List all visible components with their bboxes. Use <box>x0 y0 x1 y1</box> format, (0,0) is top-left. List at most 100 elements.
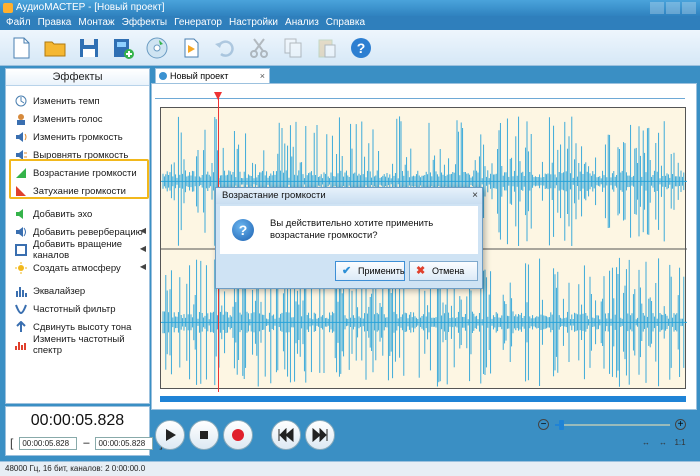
effects-panel-title: Эффекты <box>6 69 149 86</box>
cut-icon <box>250 37 268 58</box>
record-icon <box>232 429 244 441</box>
pitch-icon <box>14 321 27 334</box>
save-button[interactable] <box>74 33 104 63</box>
fade-in-dialog: Возрастание громкости × ? Вы действитель… <box>215 187 483 289</box>
transport-controls <box>155 420 335 450</box>
timeline-line <box>155 98 685 99</box>
zoom-out-button[interactable]: − <box>538 419 549 430</box>
timeline-ruler[interactable] <box>155 88 685 102</box>
maximize-button[interactable] <box>666 2 680 14</box>
zoom-slider-track[interactable] <box>555 424 670 426</box>
effect-label: Добавить реверберацию <box>33 226 143 238</box>
menu-generator[interactable]: Генератор <box>174 16 222 30</box>
dialog-title-bar: Возрастание громкости × <box>216 188 482 204</box>
question-icon: ? <box>232 219 254 241</box>
project-icon <box>159 72 167 80</box>
help-button[interactable]: ? <box>346 33 376 63</box>
submenu-arrow-icon: ◀ <box>139 244 146 253</box>
record-button[interactable] <box>223 420 253 450</box>
fit-selection-button[interactable]: ↔ <box>657 438 669 447</box>
dialog-body: ? Вы действительно хотите применить возр… <box>220 206 478 254</box>
minimize-button[interactable] <box>650 2 664 14</box>
cancel-button[interactable]: ✖ Отмена <box>409 261 478 281</box>
cut-button[interactable] <box>244 33 274 63</box>
record-cd-button[interactable] <box>142 33 172 63</box>
apply-label: Применить <box>358 266 405 276</box>
stop-button[interactable] <box>189 420 219 450</box>
undo-icon <box>215 39 234 57</box>
effect-rotate-channels[interactable]: Добавить вращение каналов ◀ <box>6 239 149 261</box>
menu-montage[interactable]: Монтаж <box>78 16 114 30</box>
effect-label: Добавить эхо <box>33 208 93 220</box>
zoom-in-button[interactable]: + <box>675 419 686 430</box>
new-file-button[interactable] <box>6 33 36 63</box>
menu-edit[interactable]: Правка <box>38 16 72 30</box>
copy-button[interactable] <box>278 33 308 63</box>
help-icon: ? <box>351 37 371 58</box>
tab-close-icon[interactable]: × <box>260 69 265 83</box>
effect-label: Изменить голос <box>33 113 103 125</box>
close-button[interactable] <box>682 2 696 14</box>
dialog-message: Вы действительно хотите применить возрас… <box>270 218 434 241</box>
app-icon <box>3 3 13 13</box>
effects-panel: Эффекты Изменить темп Изменить голос Изм… <box>5 68 150 404</box>
open-button[interactable] <box>40 33 70 63</box>
menu-help[interactable]: Справка <box>326 16 365 30</box>
submenu-arrow-icon: ◀ <box>139 226 146 235</box>
new-file-icon <box>13 37 30 58</box>
undo-button[interactable] <box>210 33 240 63</box>
echo-icon <box>14 208 27 221</box>
volume-icon <box>14 131 27 144</box>
effect-equalizer[interactable]: Эквалайзер <box>6 282 149 300</box>
equalizer-icon <box>14 285 27 298</box>
tab-new-project[interactable]: Новый проект × <box>155 68 270 83</box>
effect-label: Частотный фильтр <box>33 303 116 315</box>
effect-add-echo[interactable]: Добавить эхо <box>6 205 149 223</box>
effect-change-voice[interactable]: Изменить голос <box>6 110 149 128</box>
menu-bar: Файл Правка Монтаж Эффекты Генератор Нас… <box>0 16 700 30</box>
paste-icon <box>318 39 336 57</box>
selection-start-field[interactable] <box>19 436 78 450</box>
selection-end-field[interactable] <box>95 436 154 450</box>
play-icon <box>166 429 176 441</box>
range-dash: – <box>83 437 90 449</box>
stop-icon <box>200 431 208 439</box>
save-icon <box>80 38 98 57</box>
cross-icon: ✖ <box>416 265 426 277</box>
effects-list: Изменить темп Изменить голос Изменить гр… <box>6 86 149 356</box>
atmosphere-icon <box>14 262 27 275</box>
menu-settings[interactable]: Настройки <box>229 16 278 30</box>
effect-create-atmosphere[interactable]: Создать атмосферу ◀ <box>6 259 149 277</box>
add-video-button[interactable] <box>108 33 138 63</box>
apply-button[interactable]: ✔ Применить <box>335 261 405 281</box>
play-button[interactable] <box>155 420 185 450</box>
menu-file[interactable]: Файл <box>6 16 31 30</box>
effect-change-volume[interactable]: Изменить громкость <box>6 128 149 146</box>
dialog-close-icon[interactable]: × <box>472 188 478 204</box>
actual-size-button[interactable]: 1:1 <box>674 438 686 447</box>
playhead-marker[interactable] <box>214 92 222 100</box>
fit-width-button[interactable]: ↔ <box>640 438 652 447</box>
zoom-slider-thumb[interactable] <box>558 420 564 430</box>
effect-change-spectrum[interactable]: Изменить частотный спектр <box>6 334 149 356</box>
effect-frequency-filter[interactable]: Частотный фильтр <box>6 300 149 318</box>
window-controls <box>650 2 696 14</box>
paste-button[interactable] <box>312 33 342 63</box>
reverb-icon <box>14 226 27 239</box>
menu-effects[interactable]: Эффекты <box>122 16 167 30</box>
horizontal-scrollbar[interactable] <box>160 396 686 402</box>
effect-label: Изменить частотный спектр <box>33 334 125 356</box>
status-bar: 48000 Гц, 16 бит, каналов: 2 0:00:00.0 <box>0 461 700 476</box>
fast-forward-icon <box>312 428 328 442</box>
record-cd-icon <box>146 37 168 58</box>
dialog-title: Возрастание громкости <box>222 190 326 201</box>
effect-label: Изменить громкость <box>33 131 123 143</box>
add-video-icon <box>114 38 134 59</box>
rewind-button[interactable] <box>271 420 301 450</box>
effect-change-tempo[interactable]: Изменить темп <box>6 92 149 110</box>
fast-forward-button[interactable] <box>305 420 335 450</box>
menu-analysis[interactable]: Анализ <box>285 16 319 30</box>
play-file-button[interactable] <box>176 33 206 63</box>
effect-label: Эквалайзер <box>33 285 86 297</box>
effect-label: Добавить вращение каналов <box>33 239 123 261</box>
